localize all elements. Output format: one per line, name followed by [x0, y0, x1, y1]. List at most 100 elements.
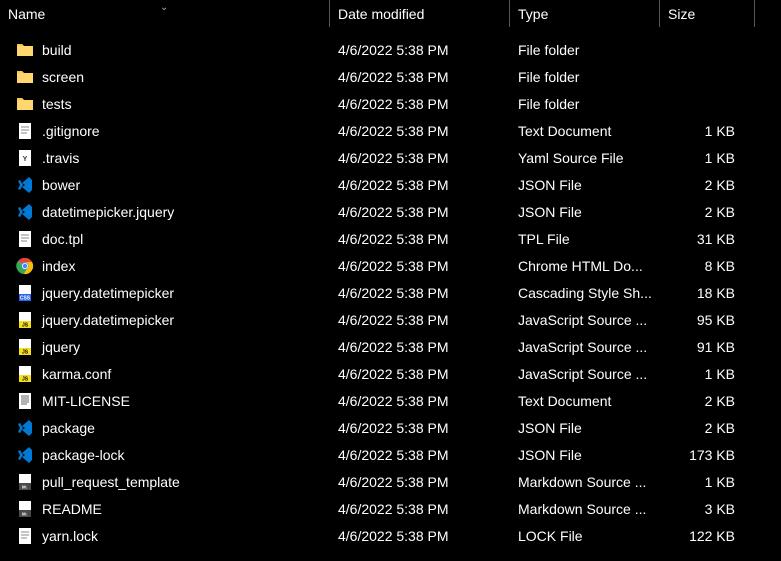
svg-text:JS: JS — [22, 376, 29, 382]
yaml-file-icon: Y — [16, 149, 34, 167]
file-type-cell: JavaScript Source ... — [510, 310, 660, 330]
file-size-cell: 31 KB — [660, 229, 755, 249]
file-date-cell: 4/6/2022 5:38 PM — [330, 499, 510, 519]
file-name-label: pull_request_template — [42, 474, 180, 490]
file-row[interactable]: index4/6/2022 5:38 PMChrome HTML Do...8 … — [0, 252, 781, 279]
file-icon — [16, 446, 34, 464]
file-name-cell: package-lock — [0, 444, 330, 466]
file-type-cell: JSON File — [510, 202, 660, 222]
text-lines-icon — [16, 392, 34, 410]
file-row[interactable]: package 4/6/2022 5:38 PMJSON File2 KB — [0, 414, 781, 441]
file-row[interactable]: JSkarma.conf4/6/2022 5:38 PMJavaScript S… — [0, 360, 781, 387]
js-file-icon: JS — [16, 338, 34, 356]
column-header-name[interactable]: Name ⌄ — [0, 0, 330, 27]
file-date-cell: 4/6/2022 5:38 PM — [330, 148, 510, 168]
js-file-icon: JS — [16, 365, 34, 383]
file-type-cell: LOCK File — [510, 526, 660, 546]
file-size-cell: 2 KB — [660, 418, 755, 438]
folder-icon — [16, 95, 34, 113]
file-name-cell: index — [0, 255, 330, 277]
column-header-date[interactable]: Date modified — [330, 0, 510, 27]
file-row[interactable]: MIT-LICENSE4/6/2022 5:38 PMText Document… — [0, 387, 781, 414]
file-name-cell: yarn.lock — [0, 525, 330, 547]
file-icon: M↓ — [16, 500, 34, 518]
file-name-cell: datetimepicker.jquery — [0, 201, 330, 223]
vscode-json-icon — [16, 419, 34, 437]
file-type-cell: Markdown Source ... — [510, 499, 660, 519]
file-row[interactable]: yarn.lock4/6/2022 5:38 PMLOCK File122 KB — [0, 522, 781, 549]
file-name-cell: package — [0, 417, 330, 439]
file-name-cell: tests — [0, 93, 330, 115]
file-row[interactable]: JSjquery4/6/2022 5:38 PMJavaScript Sourc… — [0, 333, 781, 360]
vscode-json-icon — [16, 446, 34, 464]
file-row[interactable]: JSjquery.datetimepicker4/6/2022 5:38 PMJ… — [0, 306, 781, 333]
file-type-cell: File folder — [510, 67, 660, 87]
file-date-cell: 4/6/2022 5:38 PM — [330, 67, 510, 87]
file-type-cell: Text Document — [510, 121, 660, 141]
file-type-cell: JSON File — [510, 445, 660, 465]
folder-icon — [16, 41, 34, 59]
file-date-cell: 4/6/2022 5:38 PM — [330, 418, 510, 438]
file-name-label: package — [42, 420, 95, 436]
file-icon: M↓ — [16, 473, 34, 491]
file-size-cell: 173 KB — [660, 445, 755, 465]
file-size-cell: 1 KB — [660, 148, 755, 168]
file-row[interactable]: M↓ pull_request_template 4/6/2022 5:38 PMM… — [0, 468, 781, 495]
file-name-cell: M↓ README — [0, 498, 330, 520]
file-type-cell: Markdown Source ... — [510, 472, 660, 492]
column-size-label: Size — [668, 6, 695, 22]
file-name-label: datetimepicker.jquery — [42, 204, 174, 220]
file-row[interactable]: Y.travis4/6/2022 5:38 PMYaml Source File… — [0, 144, 781, 171]
file-date-cell: 4/6/2022 5:38 PM — [330, 175, 510, 195]
file-size-cell: 2 KB — [660, 202, 755, 222]
file-row[interactable]: M↓ README 4/6/2022 5:38 PMMarkdown Source … — [0, 495, 781, 522]
file-name-cell: MIT-LICENSE — [0, 390, 330, 412]
chrome-icon — [16, 257, 34, 275]
file-row[interactable]: CSSjquery.datetimepicker4/6/2022 5:38 PM… — [0, 279, 781, 306]
file-row[interactable]: doc.tpl4/6/2022 5:38 PMTPL File31 KB — [0, 225, 781, 252]
file-name-label: build — [42, 42, 72, 58]
file-type-cell: JavaScript Source ... — [510, 364, 660, 384]
file-icon — [16, 230, 34, 248]
file-name-cell: Y.travis — [0, 147, 330, 169]
file-type-cell: File folder — [510, 40, 660, 60]
file-name-label: jquery.datetimepicker — [42, 285, 174, 301]
svg-text:Y: Y — [23, 156, 28, 163]
file-row[interactable]: screen 4/6/2022 5:38 PMFile folder — [0, 63, 781, 90]
file-icon — [16, 95, 34, 113]
file-row[interactable]: .gitignore4/6/2022 5:38 PMText Document1… — [0, 117, 781, 144]
column-header-size[interactable]: Size — [660, 0, 755, 27]
css-file-icon: CSS — [16, 284, 34, 302]
file-date-cell: 4/6/2022 5:38 PM — [330, 40, 510, 60]
file-name-label: tests — [42, 96, 72, 112]
file-size-cell: 2 KB — [660, 175, 755, 195]
file-row[interactable]: bower4/6/2022 5:38 PMJSON File2 KB — [0, 171, 781, 198]
column-name-label: Name — [8, 6, 45, 22]
file-icon: JS — [16, 311, 34, 329]
svg-text:JS: JS — [22, 322, 29, 328]
file-icon: Y — [16, 149, 34, 167]
file-name-label: screen — [42, 69, 84, 85]
file-name-cell: JSkarma.conf — [0, 363, 330, 385]
file-name-label: README — [42, 501, 102, 517]
file-date-cell: 4/6/2022 5:38 PM — [330, 472, 510, 492]
column-header-type[interactable]: Type — [510, 0, 660, 27]
file-size-cell — [660, 102, 755, 106]
file-type-cell: JavaScript Source ... — [510, 337, 660, 357]
file-name-label: doc.tpl — [42, 231, 83, 247]
file-size-cell: 1 KB — [660, 364, 755, 384]
file-list: build4/6/2022 5:38 PMFile folderscreen4/… — [0, 28, 781, 549]
file-size-cell: 3 KB — [660, 499, 755, 519]
file-size-cell: 122 KB — [660, 526, 755, 546]
file-row[interactable]: build 4/6/2022 5:38 PMFile folder — [0, 36, 781, 63]
file-row[interactable]: tests4/6/2022 5:38 PMFile folder — [0, 90, 781, 117]
file-size-cell: 1 KB — [660, 472, 755, 492]
column-type-label: Type — [518, 6, 548, 22]
file-row[interactable]: datetimepicker.jquery4/6/2022 5:38 PMJSO… — [0, 198, 781, 225]
file-row[interactable]: package-lock4/6/2022 5:38 PMJSON File173… — [0, 441, 781, 468]
file-icon: JS — [16, 338, 34, 356]
file-date-cell: 4/6/2022 5:38 PM — [330, 364, 510, 384]
file-date-cell: 4/6/2022 5:38 PM — [330, 445, 510, 465]
file-type-cell: JSON File — [510, 418, 660, 438]
file-type-cell: TPL File — [510, 229, 660, 249]
